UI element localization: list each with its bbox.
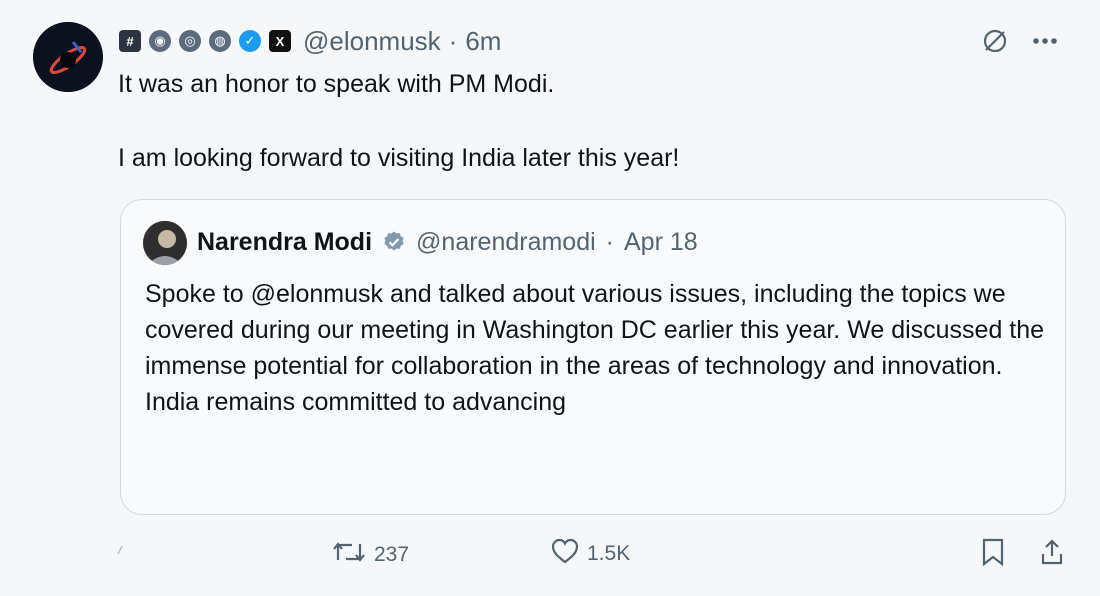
x-logo-icon: X — [269, 30, 291, 52]
hash-badge-icon: # — [119, 30, 141, 52]
retweet-icon — [332, 538, 366, 572]
quoted-header: Narendra Modi @narendramodi · Apr 18 — [197, 227, 698, 257]
community-badge-icon: ◉ — [149, 30, 171, 52]
quoted-tweet[interactable]: Narendra Modi @narendramodi · Apr 18 Spo… — [120, 199, 1066, 515]
verified-badge-icon — [382, 230, 406, 254]
author-handle[interactable]: @elonmusk — [303, 26, 441, 57]
tweet[interactable]: # ◉ ◎ ◍ ✓ X @elonmusk · 6m It was an hon… — [0, 0, 1100, 596]
tweet-text-line-1: It was an honor to speak with PM Modi. — [118, 70, 555, 98]
verified-badge-icon: ✓ — [239, 30, 261, 52]
grok-icon[interactable] — [980, 26, 1010, 56]
community-badge-icon: ◍ — [209, 30, 231, 52]
tweet-text-line-2: I am looking forward to visiting India l… — [118, 144, 680, 172]
reply-icon — [116, 538, 126, 562]
bookmark-icon — [981, 538, 1005, 572]
quoted-author-avatar[interactable] — [143, 221, 187, 265]
author-avatar[interactable] — [33, 22, 103, 92]
separator: · — [605, 227, 614, 256]
quoted-date[interactable]: Apr 18 — [624, 228, 698, 257]
reply-button[interactable] — [116, 538, 126, 562]
bookmark-button[interactable] — [981, 538, 1005, 572]
tweet-top-actions — [980, 26, 1058, 56]
quoted-author-name[interactable]: Narendra Modi — [197, 228, 372, 257]
tweet-time[interactable]: 6m — [465, 26, 501, 57]
tweet-actions: 237 1.5K — [0, 532, 1100, 578]
like-button[interactable]: 1.5K — [551, 538, 630, 570]
tweet-header: # ◉ ◎ ◍ ✓ X @elonmusk · 6m — [119, 26, 501, 56]
heart-icon — [551, 538, 579, 570]
like-count: 1.5K — [587, 542, 631, 565]
quoted-text: Spoke to @elonmusk and talked about vari… — [145, 280, 1045, 416]
separator: · — [448, 25, 458, 56]
retweet-count: 237 — [374, 543, 410, 566]
quoted-author-handle[interactable]: @narendramodi — [416, 228, 596, 257]
community-badge-icon: ◎ — [179, 30, 201, 52]
more-icon[interactable] — [1032, 36, 1058, 46]
share-button[interactable] — [1040, 538, 1064, 572]
retweet-button[interactable]: 237 — [332, 538, 409, 572]
share-icon — [1040, 538, 1064, 572]
